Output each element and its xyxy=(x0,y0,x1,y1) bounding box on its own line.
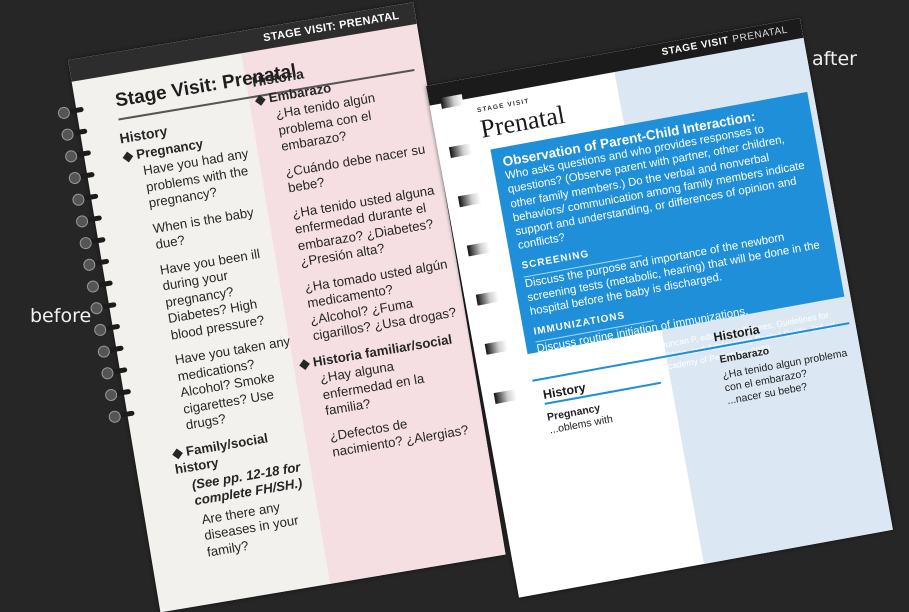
spiral-ring-icon xyxy=(108,407,139,422)
spiral-ring-icon xyxy=(79,233,110,248)
spiral-ring-icon xyxy=(104,385,135,400)
index-tab-icon xyxy=(448,143,473,159)
spiral-ring-icon xyxy=(64,146,95,161)
before-caption: before xyxy=(30,305,92,327)
spiral-ring-icon xyxy=(61,125,92,140)
index-tab-icon xyxy=(493,389,518,404)
spiral-ring-icon xyxy=(97,342,128,357)
index-tab-icon xyxy=(475,290,500,306)
index-tab-icon xyxy=(484,340,509,355)
spiral-ring-icon xyxy=(86,277,117,292)
index-tab-icon xyxy=(440,94,464,109)
index-tab-icon xyxy=(466,241,491,257)
spiral-ring-icon xyxy=(72,190,103,205)
spiral-ring-icon xyxy=(82,255,113,270)
spiral-ring-icon xyxy=(101,363,132,378)
after-caption: after xyxy=(812,48,857,70)
spiral-ring-icon xyxy=(68,168,99,183)
index-tab-icon xyxy=(457,192,482,208)
spiral-ring-icon xyxy=(90,298,121,313)
spiral-ring-icon xyxy=(75,212,106,227)
question-text: Have you been ill during your pregnancy?… xyxy=(158,245,266,343)
spiral-ring-icon xyxy=(93,320,124,335)
spiral-ring-icon xyxy=(57,103,88,118)
question-text: Have you taken any medications? Alcohol?… xyxy=(173,333,292,433)
comparison-stage: before after STAGE VISIT: PRENATAL Stage… xyxy=(0,0,909,612)
